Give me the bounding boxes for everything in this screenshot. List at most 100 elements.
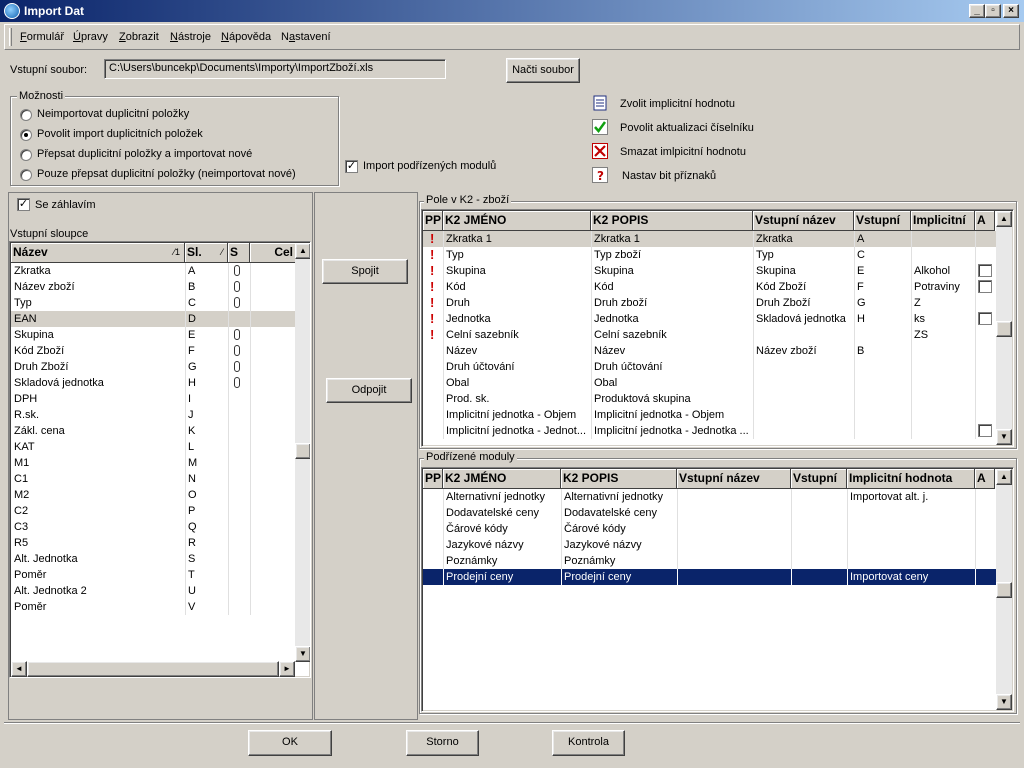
table-row[interactable]: Dodavatelské ceny Dodavatelské ceny — [423, 505, 996, 521]
col-header[interactable]: K2 POPIS — [561, 469, 677, 489]
table-row[interactable]: C2 P — [11, 503, 295, 519]
scroll-up-button[interactable]: ▲ — [295, 243, 310, 259]
menu-napoveda[interactable]: Nápověda — [221, 31, 271, 43]
scroll-thumb[interactable] — [295, 443, 310, 459]
table-row[interactable]: Typ C — [11, 295, 295, 311]
table-row[interactable]: R.sk. J — [11, 407, 295, 423]
table-row[interactable]: ! Jednotka Jednotka Skladová jednotka Hks — [423, 311, 996, 327]
cancel-button[interactable]: Storno — [406, 730, 479, 756]
hscroll-thumb[interactable] — [27, 661, 279, 677]
check-button[interactable]: Kontrola — [552, 730, 625, 756]
menu-nastaveni[interactable]: Nastavení — [281, 31, 331, 43]
table-row[interactable]: Poměr V — [11, 599, 295, 615]
action-label[interactable]: Povolit aktualizaci číselníku — [620, 122, 754, 134]
col-header[interactable]: Vstupní — [854, 211, 911, 231]
table-row[interactable]: Zkratka A — [11, 263, 295, 279]
scroll-thumb[interactable] — [996, 321, 1012, 337]
table-row[interactable]: ! Zkratka 1 Zkratka 1 Zkratka A — [423, 231, 996, 247]
table-row[interactable]: Alternativní jednotky Alternativní jednot… — [423, 489, 996, 505]
maximize-button[interactable]: ▫ — [985, 4, 1001, 18]
table-row[interactable]: ! Typ Typ zboží Typ C — [423, 247, 996, 263]
close-button[interactable]: × — [1003, 4, 1019, 18]
col-header[interactable]: K2 POPIS — [591, 211, 753, 231]
table-row[interactable]: M1 M — [11, 455, 295, 471]
table-row[interactable]: Čárové kódy Čárové kódy — [423, 521, 996, 537]
option-radio[interactable] — [20, 149, 32, 161]
menu-zobrazit[interactable]: Zobrazit — [119, 31, 159, 43]
connect-button[interactable]: Spojit — [322, 259, 408, 284]
action-label[interactable]: Nastav bit příznaků — [622, 170, 716, 182]
action-label[interactable]: Zvolit implicitní hodnotu — [620, 98, 735, 110]
table-row[interactable]: Poznámky Poznámky — [423, 553, 996, 569]
question-icon[interactable]: ? — [592, 167, 610, 185]
table-row[interactable]: ! Druh Druh zboží Druh Zboží G Z — [423, 295, 996, 311]
row-checkbox[interactable] — [978, 280, 992, 293]
col-header-s[interactable]: S — [228, 243, 250, 263]
option-radio[interactable] — [20, 169, 32, 181]
table-row[interactable]: Poměr T — [11, 567, 295, 583]
checkmark-icon[interactable] — [592, 119, 610, 137]
table-row[interactable]: Implicitní jednotka - Jednot... Implicitn… — [423, 423, 996, 439]
scroll-right-button[interactable]: ► — [279, 661, 295, 677]
col-header[interactable]: Vstupní název — [677, 469, 791, 489]
table-row[interactable]: ! Kód Kód Kód Zboží F Potraviny — [423, 279, 996, 295]
col-header-cel[interactable]: Cel — [250, 243, 296, 263]
table-row[interactable]: M2 O — [11, 487, 295, 503]
menu-formular[interactable]: Formulář — [20, 31, 64, 43]
table-row[interactable]: Jazykové názvy Jazykové názvy — [423, 537, 996, 553]
submodules-vscroll[interactable]: ▲ ▼ — [996, 469, 1012, 710]
menu-nastroje[interactable]: Nástroje — [170, 31, 211, 43]
col-header[interactable]: Vstupní název — [753, 211, 854, 231]
scroll-down-button[interactable]: ▼ — [996, 694, 1012, 710]
input-file-path[interactable]: C:\Users\buncekp\Documents\Importy\Impor… — [104, 59, 446, 79]
import-submodules-checkbox[interactable]: ✓ — [345, 160, 358, 173]
col-header[interactable]: Implicitní hodnota — [847, 469, 975, 489]
disconnect-button[interactable]: Odpojit — [326, 378, 412, 403]
col-header[interactable]: Implicitní — [911, 211, 975, 231]
option-radio[interactable] — [20, 109, 32, 121]
delete-x-icon[interactable] — [592, 143, 610, 161]
table-row[interactable]: Alt. Jednotka S — [11, 551, 295, 567]
col-header[interactable]: K2 JMÉNO — [443, 469, 561, 489]
row-checkbox[interactable] — [978, 264, 992, 277]
table-row[interactable]: Zákl. cena K — [11, 423, 295, 439]
row-checkbox[interactable] — [978, 312, 992, 325]
k2-fields-vscroll[interactable]: ▲ ▼ — [996, 211, 1012, 445]
table-row[interactable]: Název Název Název zboží B — [423, 343, 996, 359]
col-header-sl[interactable]: Sl. ⁄ — [185, 243, 228, 263]
table-row[interactable]: Skupina E — [11, 327, 295, 343]
table-row[interactable]: C3 Q — [11, 519, 295, 535]
menu-upravy[interactable]: Úpravy — [73, 31, 108, 43]
scroll-left-button[interactable]: ◄ — [11, 661, 27, 677]
col-header[interactable]: A — [975, 469, 995, 489]
load-file-button[interactable]: Načti soubor — [506, 58, 580, 83]
table-row[interactable]: ! Celní sazebník Celní sazebník ZS — [423, 327, 996, 343]
input-columns-vscroll[interactable]: ▲ ▼ — [295, 243, 310, 662]
scroll-thumb[interactable] — [996, 582, 1012, 598]
table-row[interactable]: Název zboží B — [11, 279, 295, 295]
minimize-button[interactable]: _ — [969, 4, 985, 18]
table-row[interactable]: DPH I — [11, 391, 295, 407]
table-row[interactable]: Druh Zboží G — [11, 359, 295, 375]
list-icon[interactable] — [592, 95, 610, 113]
row-checkbox[interactable] — [978, 424, 992, 437]
table-row[interactable]: EAN D — [11, 311, 295, 327]
table-row[interactable]: Skladová jednotka H — [11, 375, 295, 391]
col-header[interactable]: PP — [423, 469, 443, 489]
table-row[interactable]: Prod. sk. Produktová skupina — [423, 391, 996, 407]
header-checkbox[interactable]: ✓ — [17, 198, 30, 211]
table-row[interactable]: KAT L — [11, 439, 295, 455]
table-row[interactable]: R5 R — [11, 535, 295, 551]
scroll-down-button[interactable]: ▼ — [295, 646, 310, 662]
table-row[interactable]: Prodejní ceny Prodejní ceny Importovat cen… — [423, 569, 996, 585]
ok-button[interactable]: OK — [248, 730, 332, 756]
title-bar[interactable]: Import Dat _ ▫ × — [0, 0, 1024, 22]
col-header[interactable]: PP — [423, 211, 443, 231]
scroll-up-button[interactable]: ▲ — [996, 211, 1012, 227]
table-row[interactable]: Obal Obal — [423, 375, 996, 391]
table-row[interactable]: Alt. Jednotka 2 U — [11, 583, 295, 599]
col-header[interactable]: A — [975, 211, 995, 231]
table-row[interactable]: Druh účtování Druh účtování — [423, 359, 996, 375]
table-row[interactable]: Implicitní jednotka - Objem Implicitní je… — [423, 407, 996, 423]
table-row[interactable]: ! Skupina Skupina Skupina E Alkohol — [423, 263, 996, 279]
